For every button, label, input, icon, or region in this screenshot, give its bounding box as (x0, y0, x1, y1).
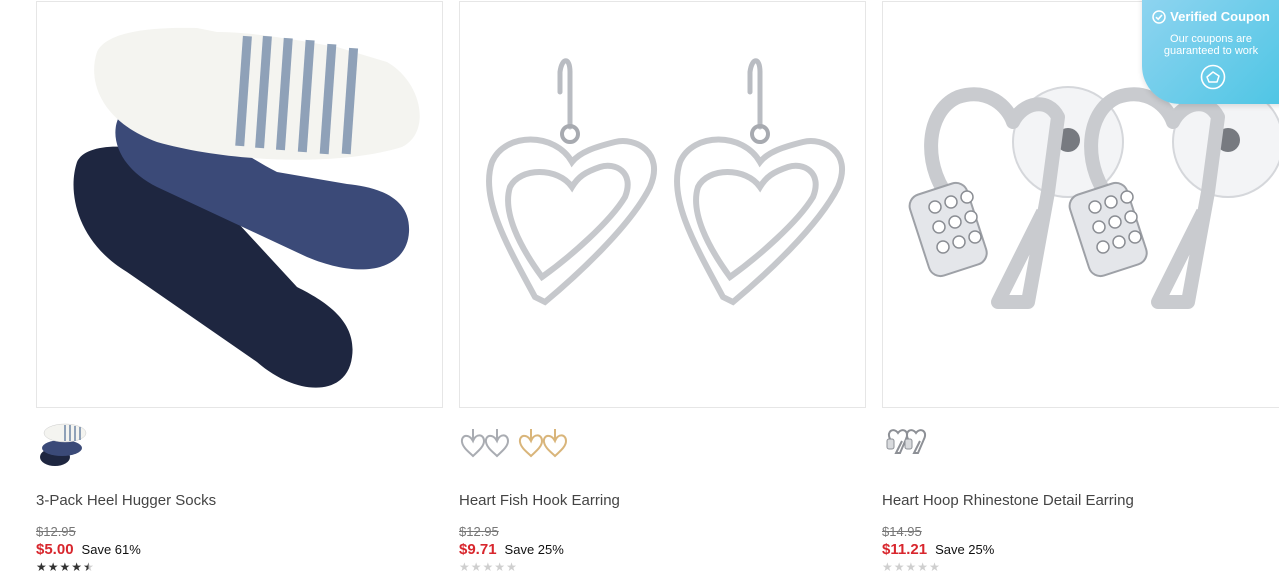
swatch-silver[interactable] (882, 419, 934, 471)
star-icon: ★ (71, 560, 83, 574)
sale-price: $11.21 (882, 541, 928, 558)
star-icon: ★ (59, 560, 71, 574)
price-row: $9.71 Save 25% (459, 541, 564, 558)
star-rating: ★ ★ ★ ★ ★ (882, 561, 940, 573)
star-icon: ★ (494, 560, 506, 574)
swatch-socks[interactable] (36, 419, 88, 471)
product-card[interactable]: 3-Pack Heel Hugger Socks $12.95 $5.00 Sa… (36, 0, 443, 575)
star-icon: ★ (459, 560, 470, 574)
star-icon: ★ (905, 560, 917, 574)
star-icon: ★ (47, 560, 59, 574)
star-icon: ★ (882, 560, 893, 574)
star-rating: ★ ★ ★ ★ ★ (459, 561, 517, 573)
swatch-gold[interactable] (517, 419, 569, 471)
swatch-silver[interactable] (459, 419, 511, 471)
price-row: $5.00 Save 61% (36, 541, 141, 558)
save-percentage: Save 25% (504, 542, 564, 557)
star-half-icon: ★ (83, 560, 94, 574)
coupon-subtitle: Our coupons are guaranteed to work (1130, 33, 1279, 57)
star-icon: ★ (893, 560, 905, 574)
verified-coupon-badge[interactable]: Verified Coupon Our coupons are guarante… (1142, 0, 1279, 104)
product-image[interactable] (459, 1, 866, 408)
color-swatches (459, 419, 569, 471)
color-swatches (882, 419, 934, 471)
price-row: $11.21 Save 25% (882, 541, 994, 558)
coupon-extension-logo-icon[interactable] (1200, 64, 1226, 90)
save-percentage: Save 25% (935, 542, 995, 557)
check-circle-icon (1152, 9, 1166, 24)
star-icon: ★ (36, 560, 47, 574)
product-image[interactable] (36, 1, 443, 408)
star-icon: ★ (506, 560, 517, 574)
star-icon: ★ (929, 560, 940, 574)
sale-price: $9.71 (459, 541, 497, 558)
star-icon: ★ (482, 560, 494, 574)
product-title[interactable]: 3-Pack Heel Hugger Socks (36, 492, 216, 509)
star-icon: ★ (470, 560, 482, 574)
star-icon: ★ (917, 560, 929, 574)
product-card[interactable]: Heart Fish Hook Earring $12.95 $9.71 Sav… (459, 0, 866, 575)
original-price: $12.95 (36, 524, 76, 539)
original-price: $14.95 (882, 524, 922, 539)
coupon-subtitle-line2: guaranteed to work (1163, 45, 1259, 57)
coupon-subtitle-line1: Our coupons are (1170, 33, 1252, 45)
product-title[interactable]: Heart Fish Hook Earring (459, 492, 620, 509)
coupon-title: Verified Coupon (1170, 9, 1270, 24)
color-swatches (36, 419, 88, 471)
save-percentage: Save 61% (81, 542, 141, 557)
product-title[interactable]: Heart Hoop Rhinestone Detail Earring (882, 492, 1134, 509)
sale-price: $5.00 (36, 541, 74, 558)
star-rating: ★ ★ ★ ★ ★ (36, 561, 94, 573)
original-price: $12.95 (459, 524, 499, 539)
coupon-header: Verified Coupon (1130, 9, 1279, 24)
